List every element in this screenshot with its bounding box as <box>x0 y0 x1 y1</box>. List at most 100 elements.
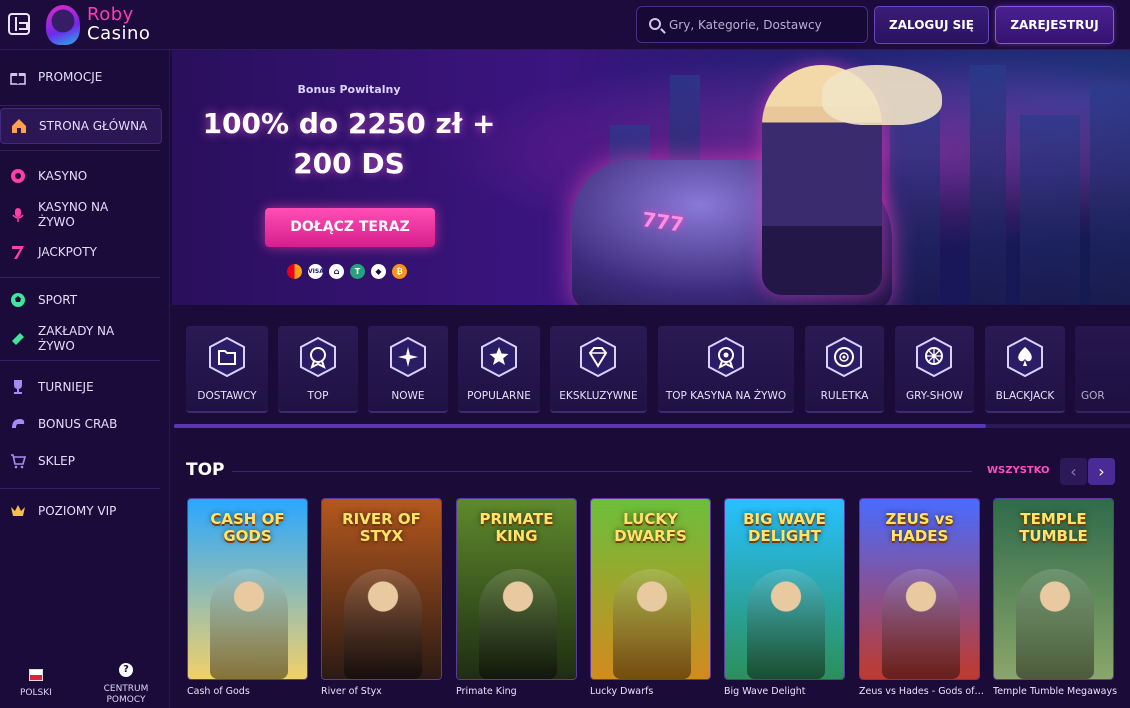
category-label: TOP KASYNA NA ŻYWO <box>665 390 787 402</box>
tether-icon: T <box>350 264 365 279</box>
category-nowe[interactable]: NOWE <box>368 326 448 413</box>
carousel-next-button[interactable]: › <box>1088 458 1115 485</box>
category-ruletka[interactable]: RULETKA <box>805 326 884 413</box>
sidebar-footer: POLSKI ? CENTRUM POMOCY <box>0 655 170 708</box>
game-tile[interactable]: RIVER OF STYX <box>321 498 442 680</box>
sidebar: PROMOCJE STRONA GŁÓWNA KASYNO KASYNO NA … <box>0 50 170 708</box>
category-label: GOR <box>1081 390 1105 402</box>
register-button[interactable]: ZAREJESTRUJ <box>995 6 1114 44</box>
spade-icon <box>1006 336 1044 378</box>
casino-app: Roby Casino ZALOGUJ SIĘ ZAREJESTRUJ PROM… <box>0 0 1130 708</box>
game-character-image <box>1016 569 1094 679</box>
roulette-icon <box>825 336 863 378</box>
join-now-button[interactable]: DOŁĄCZ TERAZ <box>265 208 435 247</box>
payment-methods: VISA ⌂ T ◆ ₿ <box>287 264 407 279</box>
bonus-headline-line1: 100% do 2250 zł + <box>202 107 496 140</box>
game-tile[interactable]: BIG WAVE DELIGHT <box>724 498 845 680</box>
trophy-icon <box>10 379 26 395</box>
chip-icon <box>10 168 26 184</box>
game-title[interactable]: Zeus vs Hades - Gods of War <box>859 686 985 697</box>
game-character-image <box>747 569 825 679</box>
wheel-icon <box>915 336 953 378</box>
game-tile[interactable]: TEMPLE TUMBLE <box>993 498 1114 680</box>
hero-banner[interactable]: 777 Bonus Powitalny 100% do 2250 zł + 20… <box>172 50 1130 305</box>
ethereum-icon: ◆ <box>371 264 386 279</box>
sidebar-item-label: JACKPOTY <box>38 244 97 259</box>
login-button[interactable]: ZALOGUJ SIĘ <box>874 6 989 44</box>
bonus-headline-line2: 200 DS <box>293 147 405 180</box>
sidebar-item-promocje[interactable]: PROMOCJE <box>0 64 170 90</box>
sidebar-item-strona-glowna[interactable]: STRONA GŁÓWNA <box>0 108 162 144</box>
category-scrollbar-thumb[interactable] <box>174 424 986 428</box>
badge-icon <box>299 336 337 378</box>
search-input[interactable] <box>669 7 865 42</box>
crown-icon <box>10 503 26 519</box>
category-label: RULETKA <box>820 390 869 402</box>
category-label: BLACKJACK <box>995 390 1055 402</box>
logo-text-casino[interactable]: Casino <box>87 23 150 44</box>
game-title[interactable]: Primate King <box>456 686 582 697</box>
game-logo-text: BIG WAVE DELIGHT <box>743 510 826 545</box>
help-icon: ? <box>119 663 133 677</box>
sidebar-item-bonus-crab[interactable]: BONUS CRAB <box>0 412 170 436</box>
game-title[interactable]: River of Styx <box>321 686 447 697</box>
category-blackjack[interactable]: BLACKJACK <box>985 326 1065 413</box>
sidebar-item-kasyno[interactable]: KASYNO <box>0 164 170 188</box>
crab-icon <box>10 416 26 432</box>
game-tile[interactable]: PRIMATE KING <box>456 498 577 680</box>
sidebar-item-label: PROMOCJE <box>38 69 103 84</box>
sidebar-item-poziomy-vip[interactable]: POZIOMY VIP <box>0 499 170 523</box>
microphone-icon <box>10 207 26 223</box>
help-label: CENTRUM POMOCY <box>103 684 149 705</box>
diamond-icon <box>579 336 617 378</box>
logo-icon[interactable] <box>46 5 80 45</box>
game-title[interactable]: Lucky Dwarfs <box>590 686 716 697</box>
sidebar-item-jackpoty[interactable]: JACKPOTY <box>0 240 170 264</box>
sidebar-item-sport[interactable]: SPORT <box>0 288 170 312</box>
game-tile[interactable]: ZEUS vs HADES <box>859 498 980 680</box>
gift-icon <box>10 69 26 85</box>
category-label: GRY-SHOW <box>906 390 963 402</box>
sidebar-item-kasyno-na-zywo[interactable]: KASYNO NA ŻYWO <box>0 198 170 232</box>
sparkle-icon <box>389 336 427 378</box>
category-label: POPULARNE <box>467 390 531 402</box>
sidebar-item-label: KASYNO <box>38 168 88 183</box>
see-all-link[interactable]: WSZYSTKO <box>987 465 1050 476</box>
game-logo-text: ZEUS vs HADES <box>885 510 954 545</box>
category-top[interactable]: TOP <box>278 326 358 413</box>
game-logo-text: TEMPLE TUMBLE <box>1019 510 1088 545</box>
category-label: NOWE <box>391 390 425 402</box>
sidebar-item-label: STRONA GŁÓWNA <box>39 118 148 133</box>
category-partial[interactable]: GOR <box>1075 326 1130 413</box>
sidebar-item-turnieje[interactable]: TURNIEJE <box>0 375 170 399</box>
game-logo-text: RIVER OF STYX <box>342 510 421 545</box>
game-title[interactable]: Cash of Gods <box>187 686 313 697</box>
sidebar-divider <box>0 150 160 151</box>
sidebar-item-label: TURNIEJE <box>38 379 94 394</box>
category-popularne[interactable]: POPULARNE <box>458 326 540 413</box>
category-dostawcy[interactable]: DOSTAWCY <box>186 326 268 413</box>
game-tile[interactable]: CASH OF GODS <box>187 498 308 680</box>
mastercard-icon <box>287 264 302 279</box>
search-box[interactable] <box>636 6 868 43</box>
logo-text-roby[interactable]: Roby <box>87 4 134 25</box>
category-gry-show[interactable]: GRY-SHOW <box>895 326 974 413</box>
poland-flag-icon <box>29 669 43 681</box>
game-character-image <box>210 569 288 679</box>
game-character-image <box>479 569 557 679</box>
sidebar-item-sklep[interactable]: SKLEP <box>0 449 170 473</box>
bonus-subtitle: Bonus Powitalny <box>297 83 401 96</box>
sidebar-item-zaklady-na-zywo[interactable]: ZAKŁADY NA ŻYWO <box>0 322 170 356</box>
category-ekskluzywne[interactable]: EKSKLUZYWNE <box>550 326 647 413</box>
carousel-prev-button[interactable]: ‹ <box>1060 458 1087 485</box>
category-label: TOP <box>307 390 329 402</box>
section-title-top: TOP <box>186 460 225 480</box>
game-title[interactable]: Temple Tumble Megaways <box>993 686 1119 697</box>
category-top-kasyna-na-zywo[interactable]: TOP KASYNA NA ŻYWO <box>658 326 794 413</box>
sidebar-item-label: SPORT <box>38 292 78 307</box>
bank-icon: ⌂ <box>329 264 344 279</box>
game-title[interactable]: Big Wave Delight <box>724 686 850 697</box>
game-character-image <box>882 569 960 679</box>
sidebar-toggle-icon[interactable] <box>8 13 30 35</box>
game-tile[interactable]: LUCKY DWARFS <box>590 498 711 680</box>
